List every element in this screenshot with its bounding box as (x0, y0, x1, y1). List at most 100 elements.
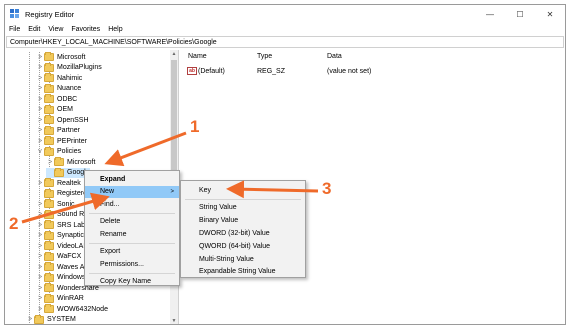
menu-help[interactable]: Help (108, 26, 122, 33)
collapsed-chevron-icon[interactable]: > (36, 180, 44, 187)
tree-item-label: Microsoft (57, 53, 86, 61)
collapsed-chevron-icon[interactable]: > (36, 222, 44, 229)
tree-item[interactable]: > SYSTEM (26, 314, 76, 325)
new-submenu-item-expandable-string-value[interactable]: Expandable String Value (181, 266, 305, 278)
maximize-button[interactable]: ☐ (505, 5, 535, 23)
value-type: REG_SZ (257, 67, 286, 75)
tree-item[interactable]: > Synaptics (36, 230, 87, 242)
menu-view[interactable]: View (48, 26, 63, 33)
collapsed-chevron-icon[interactable]: > (36, 264, 44, 271)
collapsed-chevron-icon[interactable]: > (36, 96, 44, 103)
scroll-down-icon[interactable]: ▼ (170, 317, 178, 324)
tree-item-label: Nahimic (57, 74, 83, 82)
collapsed-chevron-icon[interactable]: > (26, 316, 34, 323)
tree-item[interactable]: > Windows (36, 272, 86, 284)
list-item[interactable]: ab (Default) REG_SZ (value not set) (180, 65, 564, 77)
folder-icon (44, 272, 54, 282)
tree-item[interactable]: > PEPrinter (36, 136, 87, 147)
tree-item-label: OpenSSH (57, 116, 89, 124)
collapsed-chevron-icon[interactable]: > (36, 211, 44, 218)
tree-item[interactable]: > VideoLAN (36, 241, 88, 252)
folder-icon (54, 167, 64, 177)
folder-icon (44, 293, 54, 303)
tree-item[interactable]: > WOW6432Node (36, 304, 108, 315)
folder-icon (44, 230, 54, 240)
tree-item-label: Microsoft (67, 158, 96, 166)
submenu-arrow-icon: > (170, 188, 174, 195)
address-bar[interactable]: Computer\HKEY_LOCAL_MACHINE\SOFTWARE\Pol… (6, 36, 564, 48)
tree-scrollbar-thumb[interactable] (171, 60, 177, 180)
tree-item[interactable]: > Realtek (36, 178, 81, 189)
tree-item[interactable]: v Policies (36, 146, 82, 158)
context-menu-item-delete[interactable]: Delete (85, 216, 179, 228)
context-menu-item-expand[interactable]: Expand (85, 173, 179, 185)
string-value-icon: ab (187, 67, 197, 75)
expanded-chevron-icon[interactable]: v (36, 148, 44, 155)
context-menu-item-copy-key-name[interactable]: Copy Key Name (85, 276, 179, 288)
title-bar[interactable]: Registry Editor — ☐ ✕ (5, 5, 565, 23)
collapsed-chevron-icon[interactable]: > (36, 232, 44, 239)
tree-item[interactable]: > Sonic (36, 199, 75, 210)
collapsed-chevron-icon[interactable]: > (36, 64, 44, 71)
folder-icon (44, 94, 54, 104)
tree-item-label: WaFCX (57, 253, 82, 261)
value-data: (value not set) (327, 67, 372, 75)
collapsed-chevron-icon[interactable]: > (36, 85, 44, 92)
context-menu-item-new[interactable]: New > (85, 185, 179, 198)
collapsed-chevron-icon[interactable]: > (36, 117, 44, 124)
tree-item-label: Policies (57, 148, 82, 156)
collapsed-chevron-icon[interactable]: > (36, 274, 44, 281)
tree-item[interactable]: > SRS Labs (36, 220, 89, 231)
collapsed-chevron-icon[interactable]: > (36, 106, 44, 113)
tree-item-label: Windows (57, 274, 86, 282)
annotation-label-2: 2 (9, 214, 19, 233)
tree-item[interactable]: > Nahimic (36, 73, 82, 84)
scroll-up-icon[interactable]: ▲ (170, 50, 178, 58)
new-submenu-item-key[interactable]: Key (181, 184, 305, 196)
menu-file[interactable]: File (9, 26, 20, 33)
collapsed-chevron-icon[interactable]: > (36, 127, 44, 134)
folder-icon (44, 146, 54, 156)
tree-item[interactable]: > Partner (36, 125, 80, 137)
tree-item[interactable]: > OpenSSH (36, 115, 89, 126)
tree-item[interactable]: > Microsoft (36, 52, 85, 63)
collapsed-chevron-icon[interactable]: > (46, 159, 54, 166)
menu-favorites[interactable]: Favorites (71, 26, 100, 33)
context-menu-item-export[interactable]: Export (85, 246, 179, 258)
tree-item[interactable]: > OEM (36, 104, 73, 116)
collapsed-chevron-icon[interactable]: > (36, 75, 44, 82)
collapsed-chevron-icon[interactable]: > (36, 285, 44, 292)
tree-item-label: PEPrinter (57, 137, 87, 145)
new-submenu-item-qword-64-bit-value[interactable]: QWORD (64-bit) Value (181, 240, 305, 252)
tree-item[interactable]: > Nuance (36, 83, 81, 95)
folder-icon (44, 188, 54, 198)
folder-icon (44, 199, 54, 209)
tree-item[interactable]: > WaFCX (36, 251, 82, 263)
menu-edit[interactable]: Edit (28, 26, 40, 33)
new-submenu-item-binary-value[interactable]: Binary Value (181, 215, 305, 227)
menu-bar: File Edit View Favorites Help (5, 23, 565, 35)
close-button[interactable]: ✕ (535, 5, 565, 23)
tree-item[interactable]: > MozillaPlugins (36, 62, 102, 74)
context-menu-item-find[interactable]: Find... (85, 198, 179, 210)
collapsed-chevron-icon[interactable]: > (36, 54, 44, 61)
collapsed-chevron-icon[interactable]: > (36, 253, 44, 260)
tree-item[interactable]: > Microsoft (46, 157, 95, 168)
column-header-name[interactable]: Name (188, 53, 207, 60)
minimize-button[interactable]: — (475, 5, 505, 23)
column-header-data[interactable]: Data (327, 53, 342, 60)
context-menu-item-permissions[interactable]: Permissions... (85, 258, 179, 270)
new-submenu-item-multi-string-value[interactable]: Multi-String Value (181, 253, 305, 265)
collapsed-chevron-icon[interactable]: > (36, 138, 44, 145)
collapsed-chevron-icon[interactable]: > (36, 306, 44, 313)
collapsed-chevron-icon[interactable]: > (36, 243, 44, 250)
tree-item[interactable]: > WinRAR (36, 293, 84, 305)
collapsed-chevron-icon[interactable]: > (36, 201, 44, 208)
folder-icon (44, 251, 54, 261)
context-menu-item-rename[interactable]: Rename (85, 228, 179, 240)
collapsed-chevron-icon[interactable]: > (36, 295, 44, 302)
new-submenu-item-string-value[interactable]: String Value (181, 202, 305, 214)
column-header-type[interactable]: Type (257, 53, 272, 60)
tree-item[interactable]: > ODBC (36, 94, 77, 105)
new-submenu-item-dword-32-bit-value[interactable]: DWORD (32-bit) Value (181, 227, 305, 239)
